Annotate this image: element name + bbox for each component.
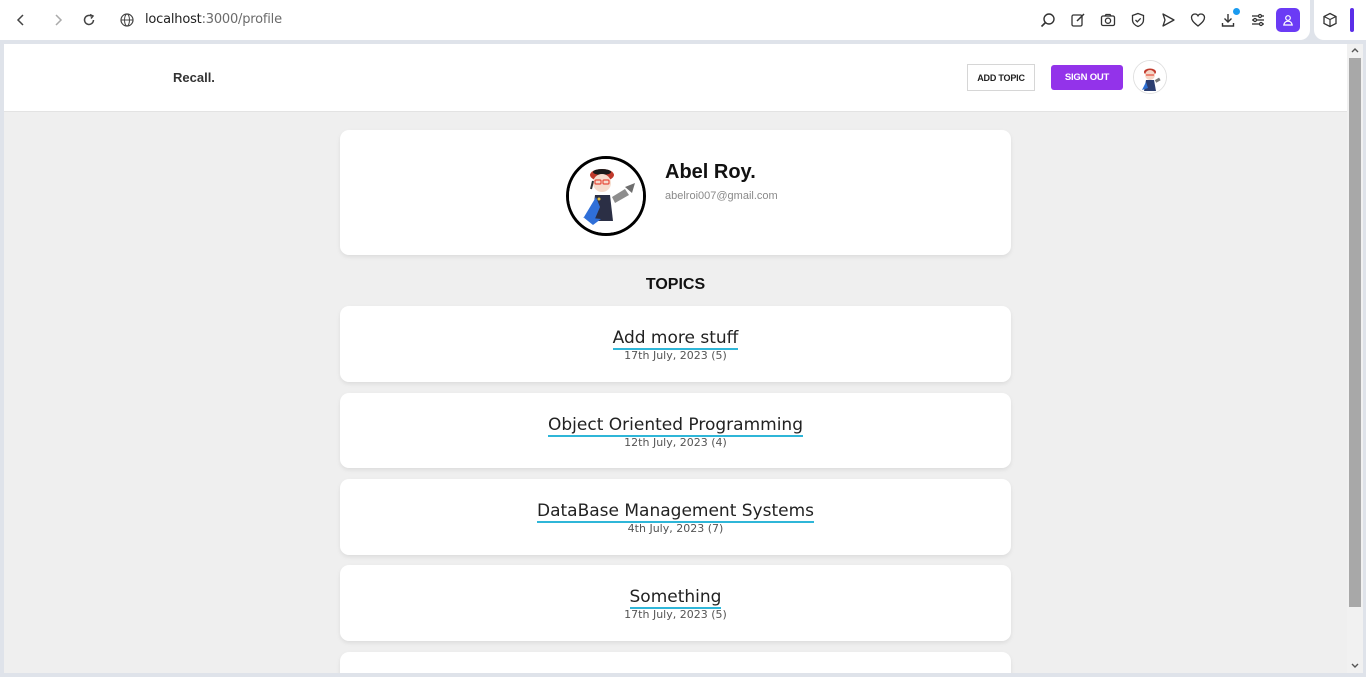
avatar-illustration <box>1134 61 1166 93</box>
reload-button[interactable] <box>79 10 99 30</box>
url-path: :3000/profile <box>201 12 283 27</box>
download-badge <box>1233 8 1240 15</box>
url-field[interactable]: localhost:3000/profile <box>145 12 282 27</box>
forward-icon <box>55 14 63 26</box>
avatar[interactable] <box>1133 60 1167 94</box>
send-icon[interactable] <box>1158 10 1178 30</box>
search-icon[interactable] <box>1038 10 1058 30</box>
forward-button[interactable] <box>48 10 68 30</box>
scrollbar-thumb[interactable] <box>1349 58 1361 607</box>
back-icon <box>16 14 24 26</box>
heart-icon[interactable] <box>1188 10 1208 30</box>
profile-icon <box>1283 15 1293 26</box>
page-viewport: Recall. ADD TOPIC SIGN OUT Abel Roy. abe… <box>4 44 1347 673</box>
brand-logo[interactable]: Recall. <box>173 70 215 85</box>
topic-title-link[interactable]: Add more stuff <box>612 328 739 350</box>
topic-title-link[interactable]: DataBase Management Systems <box>536 501 815 523</box>
topic-meta: 12th July, 2023 (4) <box>624 436 727 449</box>
topic-card-partial[interactable] <box>340 652 1011 673</box>
topic-title-link[interactable]: Object Oriented Programming <box>548 415 803 437</box>
reload-icon <box>83 13 95 26</box>
sidebar-indicator[interactable] <box>1350 8 1354 32</box>
scroll-up-icon[interactable] <box>1350 45 1360 55</box>
menu-icon[interactable] <box>1248 10 1268 30</box>
profile-avatar-illustration <box>569 159 643 233</box>
profile-button[interactable] <box>1276 8 1300 32</box>
site-info-icon[interactable] <box>117 10 137 30</box>
topic-title[interactable]: Something <box>340 587 1011 609</box>
topic-meta: 4th July, 2023 (7) <box>627 522 724 535</box>
sign-out-button[interactable]: SIGN OUT <box>1051 65 1123 90</box>
back-button[interactable] <box>11 10 31 30</box>
profile-email: abelroi007@gmail.com <box>665 190 778 202</box>
topics-heading: TOPICS <box>645 276 706 293</box>
topic-card[interactable]: DataBase Management Systems 4th July, 20… <box>340 479 1011 555</box>
topic-title[interactable]: Add more stuff <box>340 328 1011 350</box>
browser-toolbar: localhost:3000/profile <box>0 0 1366 40</box>
address-bar-container: localhost:3000/profile <box>0 0 1310 40</box>
edit-icon[interactable] <box>1068 10 1088 30</box>
site-header: Recall. ADD TOPIC SIGN OUT <box>4 44 1347 112</box>
profile-avatar <box>566 156 646 236</box>
url-host: localhost <box>145 12 202 27</box>
scroll-down-icon[interactable] <box>1350 661 1360 671</box>
topic-card[interactable]: Add more stuff 17th July, 2023 (5) <box>340 306 1011 382</box>
topic-card[interactable]: Something 17th July, 2023 (5) <box>340 565 1011 641</box>
profile-name: Abel Roy. <box>665 161 756 183</box>
topic-meta: 17th July, 2023 (5) <box>624 608 727 621</box>
profile-card: Abel Roy. abelroi007@gmail.com <box>340 130 1011 255</box>
topic-card[interactable]: Object Oriented Programming 12th July, 2… <box>340 393 1011 468</box>
add-topic-button[interactable]: ADD TOPIC <box>967 64 1035 91</box>
sidebar-toggle-container <box>1314 0 1366 40</box>
camera-icon[interactable] <box>1098 10 1118 30</box>
extensions-icon[interactable] <box>1320 10 1340 30</box>
topic-title[interactable]: DataBase Management Systems <box>340 501 1011 523</box>
topic-meta: 17th July, 2023 (5) <box>624 349 727 362</box>
topic-title[interactable]: Object Oriented Programming <box>340 415 1011 437</box>
topic-title-link[interactable]: Something <box>629 587 722 609</box>
shield-check-icon[interactable] <box>1128 10 1148 30</box>
